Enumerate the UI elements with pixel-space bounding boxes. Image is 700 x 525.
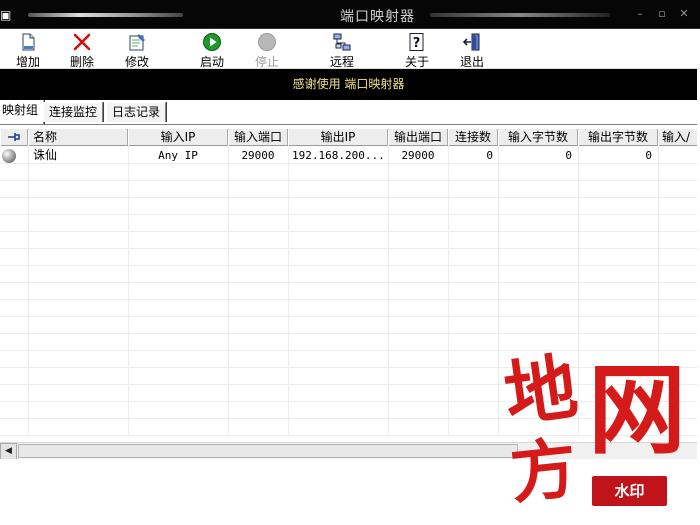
cell-input-port: 29000: [241, 149, 275, 162]
toolbar-separator: [305, 32, 306, 66]
toolbar-separator: [380, 32, 381, 66]
exit-label: 退出: [459, 55, 484, 69]
row-grid-line: [0, 350, 697, 351]
cell-name: 诛仙: [33, 148, 58, 162]
watermark-stamp: 水印: [592, 476, 667, 506]
column-header-name[interactable]: 名称: [28, 129, 128, 146]
watermark-char: 网: [588, 353, 687, 468]
table-row[interactable]: 诛仙 Any IP 29000 192.168.200... 29000 0 0…: [0, 147, 697, 164]
grid-line: [498, 146, 499, 436]
watermark-char: 方: [506, 428, 581, 514]
column-header-output-ip[interactable]: 输出IP: [288, 129, 388, 146]
toolbar-separator: [176, 32, 177, 66]
row-grid-line: [0, 333, 697, 334]
row-grid-line: [0, 197, 697, 198]
add-button[interactable]: 增加: [10, 31, 46, 69]
grid-line: [448, 146, 449, 436]
add-label: 增加: [15, 55, 40, 69]
help-icon: ?: [409, 33, 424, 51]
scroll-left-arrow-icon[interactable]: ◀: [0, 443, 17, 460]
edit-label: 修改: [124, 55, 149, 69]
row-grid-line: [0, 248, 697, 249]
grid-line: [128, 146, 129, 436]
stop-button[interactable]: 停止: [249, 31, 285, 69]
title-bar[interactable]: ▣ 端口映射器 – ▫ ✕: [0, 0, 700, 29]
cell-connections: 0: [486, 149, 493, 162]
delete-button[interactable]: 删除: [64, 31, 100, 69]
edit-icon: [129, 34, 145, 51]
play-icon: [203, 33, 221, 51]
column-header-connections[interactable]: 连接数: [448, 129, 498, 146]
start-button[interactable]: 启动: [194, 31, 230, 69]
about-label: 关于: [404, 55, 429, 69]
grid-line: [228, 146, 229, 436]
delete-label: 删除: [69, 55, 94, 69]
tab-connection-monitor[interactable]: 连接监控: [43, 102, 104, 122]
exit-door-icon: [462, 33, 480, 51]
remote-button[interactable]: 远程: [324, 31, 360, 69]
pin-icon: [8, 133, 20, 141]
row-grid-line: [0, 265, 697, 266]
column-header-input-port[interactable]: 输入端口: [228, 129, 288, 146]
row-grid-line: [0, 299, 697, 300]
start-label: 启动: [199, 55, 224, 69]
toolbar: 增加 删除 修改 启动 停止 远程 ? 关于 退出: [0, 29, 700, 69]
stop-icon: [258, 33, 276, 51]
delete-x-icon: [73, 33, 91, 51]
close-button[interactable]: ✕: [676, 7, 692, 21]
minimize-button[interactable]: –: [632, 7, 648, 21]
row-grid-line: [0, 180, 697, 181]
column-header-input-bytes[interactable]: 输入字节数: [498, 129, 578, 146]
column-header-icon[interactable]: [0, 129, 28, 146]
exit-button[interactable]: 退出: [454, 31, 490, 69]
remote-label: 远程: [329, 55, 354, 69]
tab-strip: 映射组 连接监控 日志记录: [0, 100, 700, 124]
cell-input-ip: Any IP: [158, 149, 198, 162]
scroll-thumb[interactable]: [18, 444, 518, 458]
grid-line: [388, 146, 389, 436]
tab-log[interactable]: 日志记录: [106, 102, 167, 122]
remote-network-icon: [333, 33, 351, 51]
welcome-banner: 感谢使用 端口映射器: [0, 69, 697, 100]
column-header-input-ip[interactable]: 输入IP: [128, 129, 228, 146]
grid-line: [578, 146, 579, 436]
column-header-output-port[interactable]: 输出端口: [388, 129, 448, 146]
cell-output-bytes: 0: [645, 149, 652, 162]
row-grid-line: [0, 316, 697, 317]
edit-button[interactable]: 修改: [119, 31, 155, 69]
column-header-output-bytes[interactable]: 输出字节数: [578, 129, 658, 146]
svg-text:?: ?: [413, 36, 421, 51]
add-page-icon: [22, 33, 35, 51]
stop-label: 停止: [254, 55, 279, 69]
status-ball-icon: [2, 149, 16, 163]
row-grid-line: [0, 214, 697, 215]
port-mapper-window: ▣ 端口映射器 – ▫ ✕ 增加 删除 修改 启动 停止 远程 ? 关于 退出 …: [0, 0, 700, 525]
window-title: 端口映射器: [340, 9, 415, 25]
cell-input-bytes: 0: [565, 149, 572, 162]
row-grid-line: [0, 282, 697, 283]
cell-output-ip: 192.168.200...: [292, 149, 385, 162]
maximize-button[interactable]: ▫: [654, 7, 670, 21]
grid-line: [288, 146, 289, 436]
column-header-input-rate[interactable]: 输入/: [658, 129, 697, 146]
grid-line: [28, 146, 29, 436]
row-grid-line: [0, 231, 697, 232]
list-header: 名称 输入IP 输入端口 输出IP 输出端口 连接数 输入字节数 输出字节数 输…: [0, 129, 697, 146]
tab-mapping-group[interactable]: 映射组: [0, 100, 45, 124]
about-button[interactable]: ? 关于: [399, 31, 435, 69]
cell-output-port: 29000: [401, 149, 435, 162]
